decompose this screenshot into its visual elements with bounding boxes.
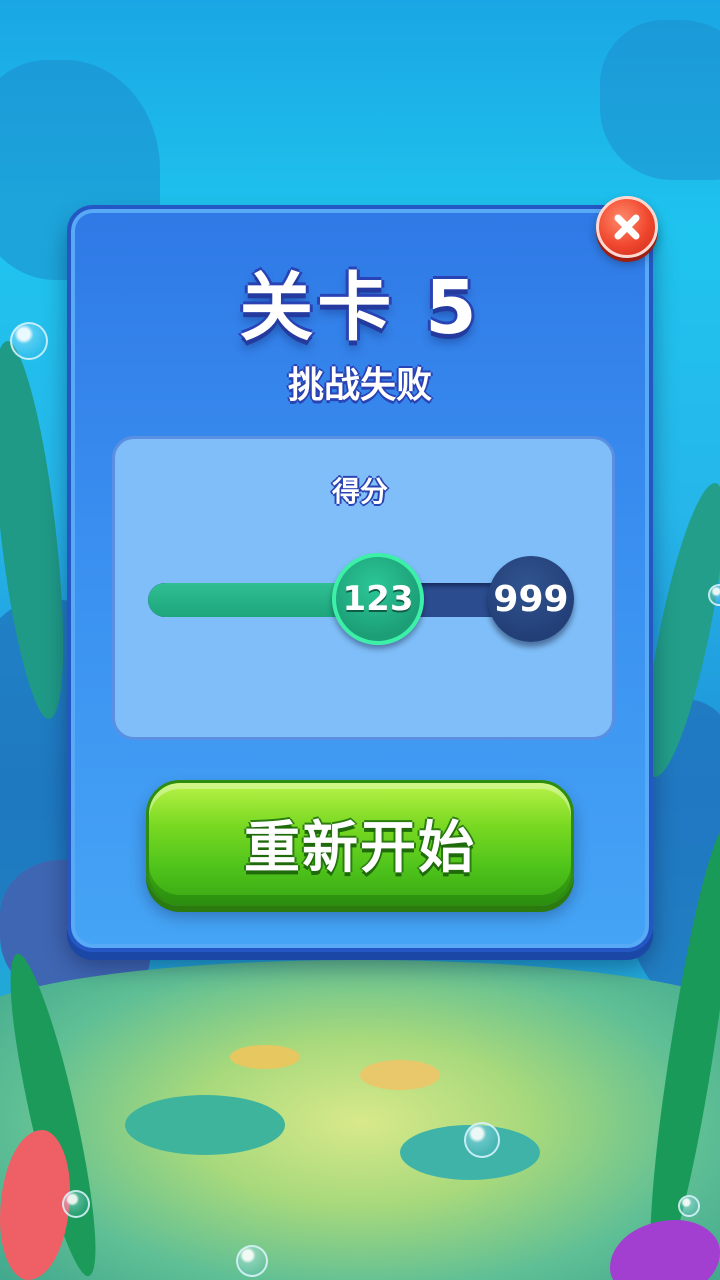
restart-button-label: 重新开始 <box>244 815 476 881</box>
bubble <box>678 1195 700 1217</box>
seabed-stone <box>125 1095 285 1155</box>
bubble <box>236 1245 268 1277</box>
seabed-stone <box>230 1045 300 1069</box>
bubble <box>62 1190 90 1218</box>
sandy-seabed <box>0 960 720 1280</box>
score-label: 得分 <box>331 475 388 508</box>
restart-button[interactable]: 重新开始 <box>146 780 574 906</box>
current-score-badge: 123 <box>332 553 424 645</box>
bubble <box>464 1122 500 1158</box>
result-subtitle: 挑战失败 <box>287 365 432 406</box>
background-rock <box>600 20 720 180</box>
close-icon <box>614 214 640 240</box>
seabed-stone <box>360 1060 440 1090</box>
target-score-badge: 999 <box>488 556 574 642</box>
level-title: 关卡 5 <box>239 265 481 351</box>
